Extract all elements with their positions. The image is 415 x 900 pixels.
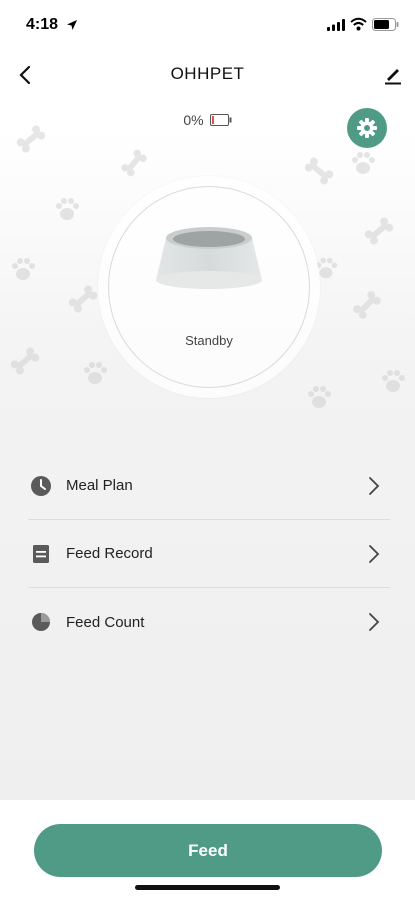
- status-time: 4:18: [26, 16, 59, 33]
- meal-plan-item[interactable]: Meal Plan: [28, 452, 390, 520]
- battery-icon: [372, 18, 399, 31]
- bone-decoration-icon: [10, 347, 40, 375]
- paw-decoration-icon: [352, 152, 375, 174]
- location-arrow-icon: [67, 20, 77, 30]
- edit-button[interactable]: [378, 60, 408, 90]
- paw-decoration-icon: [56, 198, 79, 220]
- paw-decoration-icon: [308, 386, 331, 408]
- bone-decoration-icon: [304, 157, 334, 185]
- meal-plan-label: Meal Plan: [66, 477, 133, 494]
- feed-count-label: Feed Count: [66, 613, 145, 631]
- menu-list: Meal Plan Feed Record Feed Count: [28, 452, 390, 656]
- feed-count-item[interactable]: Feed Count: [28, 588, 390, 656]
- paw-decoration-icon: [84, 362, 107, 384]
- wifi-icon: [350, 17, 367, 31]
- signal-icon: [327, 19, 345, 31]
- home-indicator[interactable]: [135, 885, 280, 890]
- document-icon: [33, 544, 49, 563]
- bone-decoration-icon: [364, 217, 394, 245]
- settings-button[interactable]: [347, 108, 387, 148]
- chevron-right-icon: [369, 545, 380, 563]
- gear-icon: [357, 118, 377, 138]
- status-bar: 4:18: [0, 0, 415, 50]
- bone-decoration-icon: [16, 125, 46, 153]
- device-status-text: Standby: [185, 333, 233, 348]
- paw-decoration-icon: [12, 258, 35, 280]
- bone-decoration-icon: [353, 291, 381, 319]
- edit-pencil-icon: [385, 69, 401, 85]
- page-title: OHHPET: [170, 64, 245, 83]
- pie-chart-icon: [32, 613, 50, 631]
- paw-decoration-icon: [382, 370, 405, 392]
- bone-decoration-icon: [121, 149, 147, 177]
- chevron-right-icon: [369, 613, 380, 631]
- battery-empty-icon: [209, 114, 232, 126]
- feed-record-item[interactable]: Feed Record: [28, 520, 390, 588]
- pet-bowl-icon: [156, 227, 262, 289]
- clock-icon: [31, 475, 51, 496]
- device-screen: 4:18 OHHPET 0% Standby Meal Plan Feed Re…: [0, 0, 415, 900]
- feed-button[interactable]: Feed: [34, 824, 382, 877]
- chevron-right-icon: [369, 477, 380, 495]
- bone-decoration-icon: [68, 285, 98, 313]
- food-level-text: 0%: [183, 112, 204, 128]
- feed-record-label: Feed Record: [66, 545, 153, 562]
